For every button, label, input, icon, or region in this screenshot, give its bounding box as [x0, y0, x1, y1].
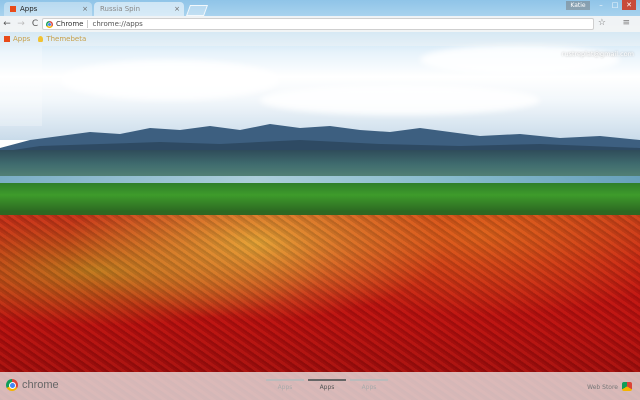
close-icon[interactable]: × — [82, 5, 88, 13]
tab-apps[interactable]: Apps × — [4, 2, 92, 16]
forward-button[interactable]: → — [14, 19, 28, 29]
web-store-icon[interactable] — [622, 382, 632, 391]
cloud — [60, 60, 280, 100]
lightbulb-icon — [38, 36, 44, 42]
profile-button[interactable]: Katie — [566, 1, 590, 10]
close-window-button[interactable]: ✕ — [622, 0, 636, 10]
web-store-link[interactable]: Web Store — [587, 384, 618, 391]
restore-button[interactable]: □ — [608, 0, 622, 10]
chip-label: Chrome — [56, 20, 84, 28]
tab-russia-spin[interactable]: Russia Spin × — [94, 2, 184, 16]
cloud — [260, 85, 540, 115]
new-tab-button[interactable] — [185, 5, 209, 16]
bookmark-label: Themebeta — [46, 35, 87, 43]
wallpaper-background — [0, 0, 640, 400]
page-indicator-label: Apps — [361, 384, 377, 391]
bookmark-label: Apps — [13, 35, 31, 43]
tab-title: Russia Spin — [100, 5, 141, 13]
chrome-icon — [46, 20, 53, 28]
chrome-brand: chrome — [6, 379, 59, 391]
page-indicator-3[interactable]: Apps — [348, 379, 390, 391]
account-email[interactable]: rustreplat@gmail.com — [562, 50, 634, 58]
omnibox[interactable]: Chrome chrome://apps — [42, 18, 594, 30]
apps-grid-icon — [4, 36, 10, 42]
apps-grid-icon — [10, 6, 16, 12]
page-indicator-label: Apps — [319, 384, 335, 391]
bookmark-star-icon[interactable]: ☆ — [598, 18, 606, 28]
menu-icon[interactable]: ≡ — [622, 18, 630, 28]
back-button[interactable]: ← — [0, 19, 14, 29]
toolbar: ← → C Chrome chrome://apps ☆ ≡ — [0, 16, 640, 32]
page-indicator-1[interactable]: Apps — [264, 379, 306, 391]
page-indicator-bar — [308, 379, 346, 381]
brand-text: chrome — [22, 379, 59, 391]
bookmarks-bar: Apps Themebeta — [0, 32, 640, 46]
page-indicator-label: Apps — [277, 384, 293, 391]
close-icon[interactable]: × — [174, 5, 180, 13]
bookmark-item[interactable]: Themebeta — [38, 35, 86, 43]
security-chip[interactable]: Chrome — [46, 20, 89, 28]
bottom-bar: chrome Apps Apps Apps Web Store — [0, 372, 640, 400]
bookmark-apps[interactable]: Apps — [4, 35, 30, 43]
page-indicator-2[interactable]: Apps — [306, 379, 348, 391]
reload-button[interactable]: C — [28, 19, 42, 29]
tab-strip: Apps × Russia Spin × Katie – □ ✕ — [0, 0, 640, 16]
page-indicator-bar — [350, 379, 388, 381]
minimize-button[interactable]: – — [594, 0, 608, 10]
url-text[interactable]: chrome://apps — [92, 20, 142, 28]
tab-title: Apps — [20, 5, 38, 13]
page-indicator-bar — [266, 379, 304, 381]
side-panel — [0, 46, 42, 126]
chrome-logo-icon — [6, 379, 18, 391]
